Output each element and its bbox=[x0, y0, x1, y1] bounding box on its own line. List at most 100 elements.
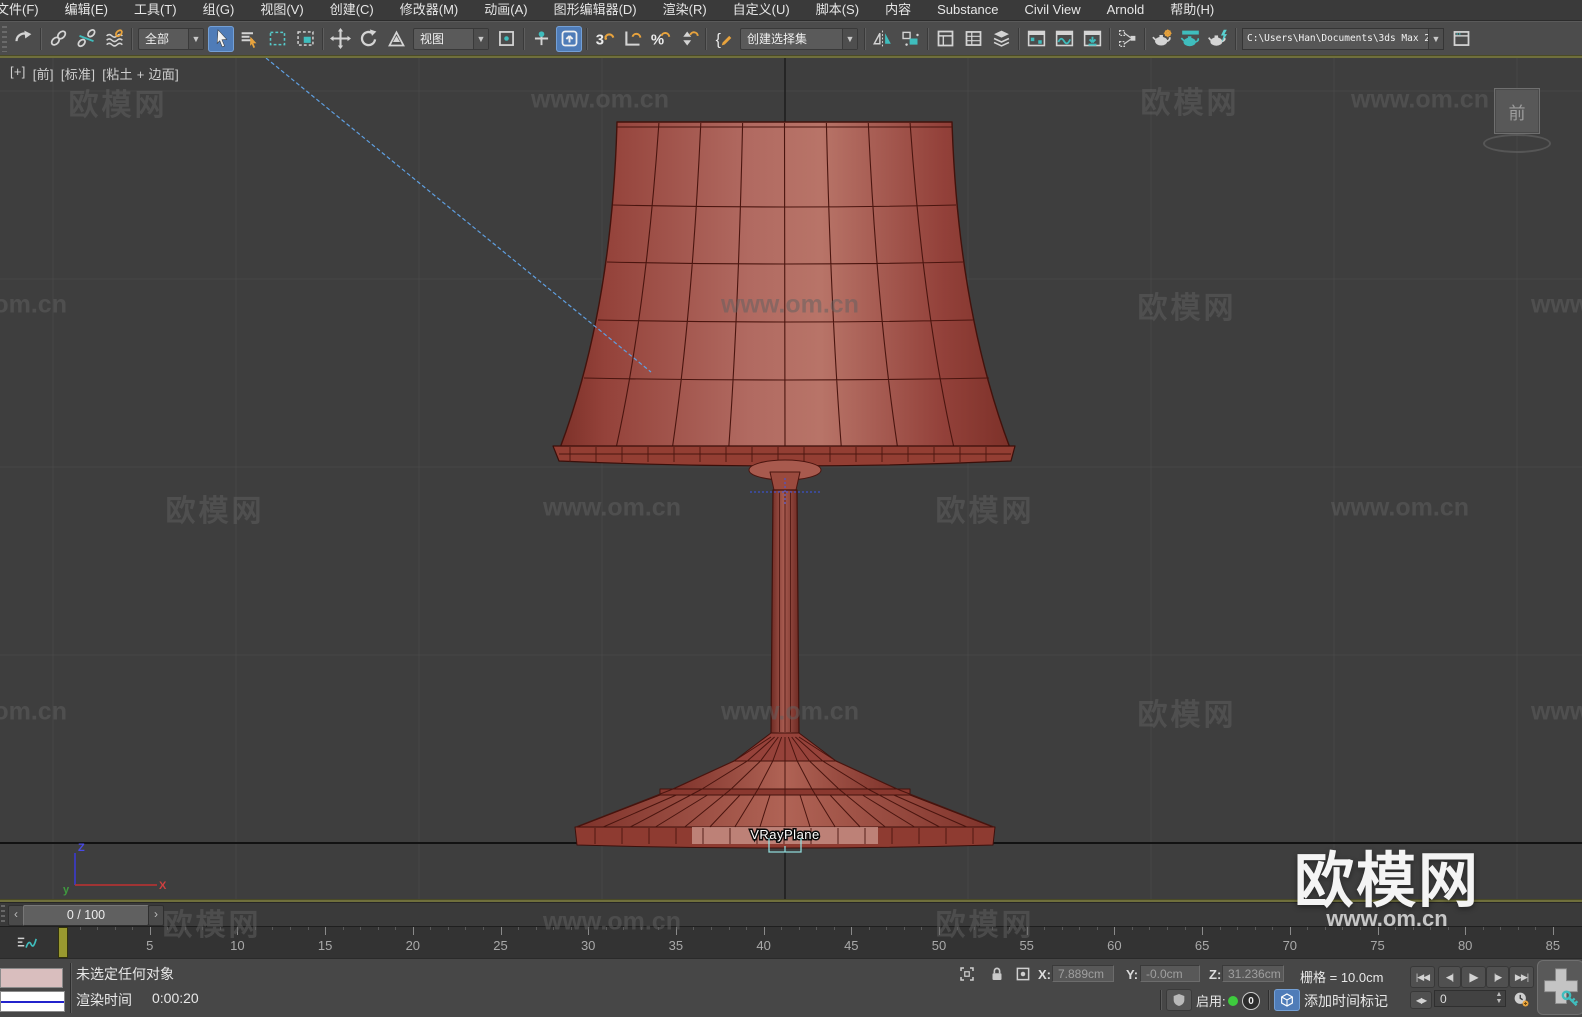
viewport-menu-style[interactable]: [标准] bbox=[61, 64, 95, 83]
dope-sheet-button[interactable] bbox=[1051, 26, 1077, 52]
bind-to-space-warp-button[interactable] bbox=[101, 26, 127, 52]
add-time-tag-cube-button[interactable] bbox=[1274, 989, 1300, 1011]
create-key-button[interactable] bbox=[1537, 960, 1582, 1015]
named-selection-sets-dropdown[interactable]: 创建选择集 ▼ bbox=[740, 27, 858, 50]
frame-tick bbox=[693, 927, 695, 930]
snaps-toggle-3d-button[interactable]: 3 bbox=[591, 26, 617, 52]
viewcube-front-face[interactable]: 前 bbox=[1494, 88, 1540, 134]
maxscript-macro-recorder-field[interactable] bbox=[0, 968, 63, 988]
menu-视图v[interactable]: 视图(V) bbox=[247, 0, 316, 20]
next-frame-button[interactable]: |▶ bbox=[1486, 966, 1509, 988]
menu-文件f[interactable]: 文件(F) bbox=[0, 0, 52, 20]
select-and-link-button[interactable] bbox=[45, 26, 71, 52]
select-object-button[interactable] bbox=[208, 25, 234, 52]
track-bar[interactable]: 0510152025303540455055606570758085 bbox=[0, 926, 1582, 960]
selection-filter-dropdown-label: 全部 bbox=[145, 32, 170, 46]
menu-arnold[interactable]: Arnold bbox=[1094, 0, 1158, 20]
keyboard-shortcut-override-toggle[interactable] bbox=[556, 25, 582, 52]
zero-badge[interactable]: 0 bbox=[1242, 992, 1260, 1010]
time-slider-handle[interactable]: 0 / 100 bbox=[23, 905, 149, 926]
viewport-menu-shading[interactable]: [粘土 + 边面] bbox=[102, 64, 179, 83]
toggle-scene-explorer-button[interactable] bbox=[932, 26, 958, 52]
redo-button[interactable] bbox=[10, 26, 36, 52]
selection-lock-toggle[interactable] bbox=[986, 964, 1008, 984]
go-to-end-button[interactable]: ▶▶| bbox=[1509, 966, 1534, 988]
coord-x-field[interactable]: 7.889cm bbox=[1052, 965, 1114, 982]
go-to-start-button[interactable]: |◀◀ bbox=[1410, 966, 1435, 988]
use-pivot-point-center-button[interactable] bbox=[493, 26, 519, 52]
menu-帮助h[interactable]: 帮助(H) bbox=[1157, 0, 1227, 20]
play-button[interactable]: ▶ bbox=[1461, 966, 1486, 988]
menu-动画a[interactable]: 动画(A) bbox=[471, 0, 540, 20]
frame-tick bbox=[1202, 927, 1204, 935]
frame-tick bbox=[237, 927, 239, 935]
menu-工具t[interactable]: 工具(T) bbox=[121, 0, 190, 20]
frame-tick bbox=[991, 927, 993, 930]
coord-z-field[interactable]: 31.236cm bbox=[1222, 965, 1284, 982]
isolate-selection-toggle[interactable] bbox=[956, 964, 978, 984]
project-folder-field[interactable]: C:\Users\Han\Documents\3ds Max 2022 ▼ bbox=[1242, 27, 1444, 50]
menu-自定义u[interactable]: 自定义(U) bbox=[720, 0, 803, 20]
curve-editor-button[interactable] bbox=[1023, 26, 1049, 52]
unlink-selection-button[interactable] bbox=[73, 26, 99, 52]
frame-field-spinner[interactable]: ▲ ▼ bbox=[1494, 991, 1504, 1006]
viewcube[interactable]: 前 bbox=[1483, 86, 1551, 156]
select-and-scale-button[interactable] bbox=[383, 26, 409, 52]
frame-tick bbox=[1131, 927, 1133, 930]
percent-snap-toggle[interactable]: % bbox=[647, 26, 673, 52]
render-setup-button[interactable] bbox=[1149, 26, 1175, 52]
reference-coordinate-dropdown[interactable]: 视图 ▼ bbox=[413, 27, 489, 50]
rectangular-selection-region-button[interactable] bbox=[264, 26, 290, 52]
menu-内容[interactable]: 内容 bbox=[872, 0, 924, 20]
menu-图形编辑器d[interactable]: 图形编辑器(D) bbox=[541, 0, 650, 20]
toolbar-separator bbox=[1015, 26, 1022, 52]
selection-filter-dropdown[interactable]: 全部 ▼ bbox=[138, 27, 204, 50]
window-crossing-toggle[interactable] bbox=[292, 26, 318, 52]
menu-修改器m[interactable]: 修改器(M) bbox=[387, 0, 472, 20]
coord-y-field[interactable]: -0.0cm bbox=[1140, 965, 1200, 982]
viewport-menu-general[interactable]: [+] bbox=[10, 64, 26, 83]
menu-组g[interactable]: 组(G) bbox=[190, 0, 248, 20]
maxscript-mini-listener-field[interactable] bbox=[0, 991, 65, 1012]
menu-脚本s[interactable]: 脚本(S) bbox=[803, 0, 872, 20]
time-slider-prev-button[interactable]: ‹ bbox=[8, 905, 24, 926]
previous-frame-button[interactable]: ◀| bbox=[1438, 966, 1461, 988]
toggle-ribbon-button[interactable] bbox=[988, 26, 1014, 52]
key-mode-toggle[interactable]: ◀▶ bbox=[1410, 991, 1432, 1009]
select-and-manipulate-button[interactable] bbox=[528, 26, 554, 52]
current-frame-marker[interactable] bbox=[58, 927, 68, 958]
absolute-offset-mode-toggle[interactable] bbox=[1012, 964, 1034, 984]
viewport-menu-pov[interactable]: [前] bbox=[33, 64, 54, 83]
spinner-snap-toggle[interactable] bbox=[675, 26, 701, 52]
menu-civil view[interactable]: Civil View bbox=[1012, 0, 1094, 20]
select-by-name-button[interactable] bbox=[236, 26, 262, 52]
frame-tick bbox=[1272, 927, 1274, 930]
open-mini-curve-editor-button[interactable] bbox=[12, 931, 42, 955]
edit-named-selection-sets-button[interactable]: { bbox=[710, 26, 736, 52]
rendered-frame-window-button[interactable] bbox=[1177, 26, 1203, 52]
select-and-rotate-button[interactable] bbox=[355, 26, 381, 52]
time-slider-next-button[interactable]: › bbox=[148, 905, 164, 926]
asset-tracking-button[interactable] bbox=[1448, 26, 1474, 52]
frame-tick bbox=[605, 927, 607, 930]
time-tag-shield-button[interactable] bbox=[1166, 989, 1192, 1011]
menu-创建c[interactable]: 创建(C) bbox=[317, 0, 387, 20]
chevron-down-icon: ▼ bbox=[188, 28, 203, 49]
menu-渲染r[interactable]: 渲染(R) bbox=[650, 0, 720, 20]
align-button[interactable] bbox=[897, 26, 923, 52]
menu-substance[interactable]: Substance bbox=[924, 0, 1011, 20]
select-and-move-button[interactable] bbox=[327, 26, 353, 52]
viewcube-ring[interactable] bbox=[1483, 134, 1551, 153]
mirror-button[interactable] bbox=[869, 26, 895, 52]
angle-snap-toggle[interactable] bbox=[619, 26, 645, 52]
viewport[interactable]: [+] [前] [标准] [粘土 + 边面] 前 bbox=[0, 58, 1582, 899]
frame-tick bbox=[482, 927, 484, 930]
schematic-view-button[interactable] bbox=[1114, 26, 1140, 52]
add-time-tag-label[interactable]: 添加时间标记 bbox=[1304, 991, 1388, 1011]
time-configuration-button[interactable] bbox=[1510, 989, 1532, 1009]
menu-编辑e[interactable]: 编辑(E) bbox=[52, 0, 121, 20]
toggle-layer-explorer-button[interactable] bbox=[960, 26, 986, 52]
render-production-button[interactable] bbox=[1205, 26, 1231, 52]
material-editor-button[interactable] bbox=[1079, 26, 1105, 52]
frame-label: 85 bbox=[1545, 938, 1561, 953]
